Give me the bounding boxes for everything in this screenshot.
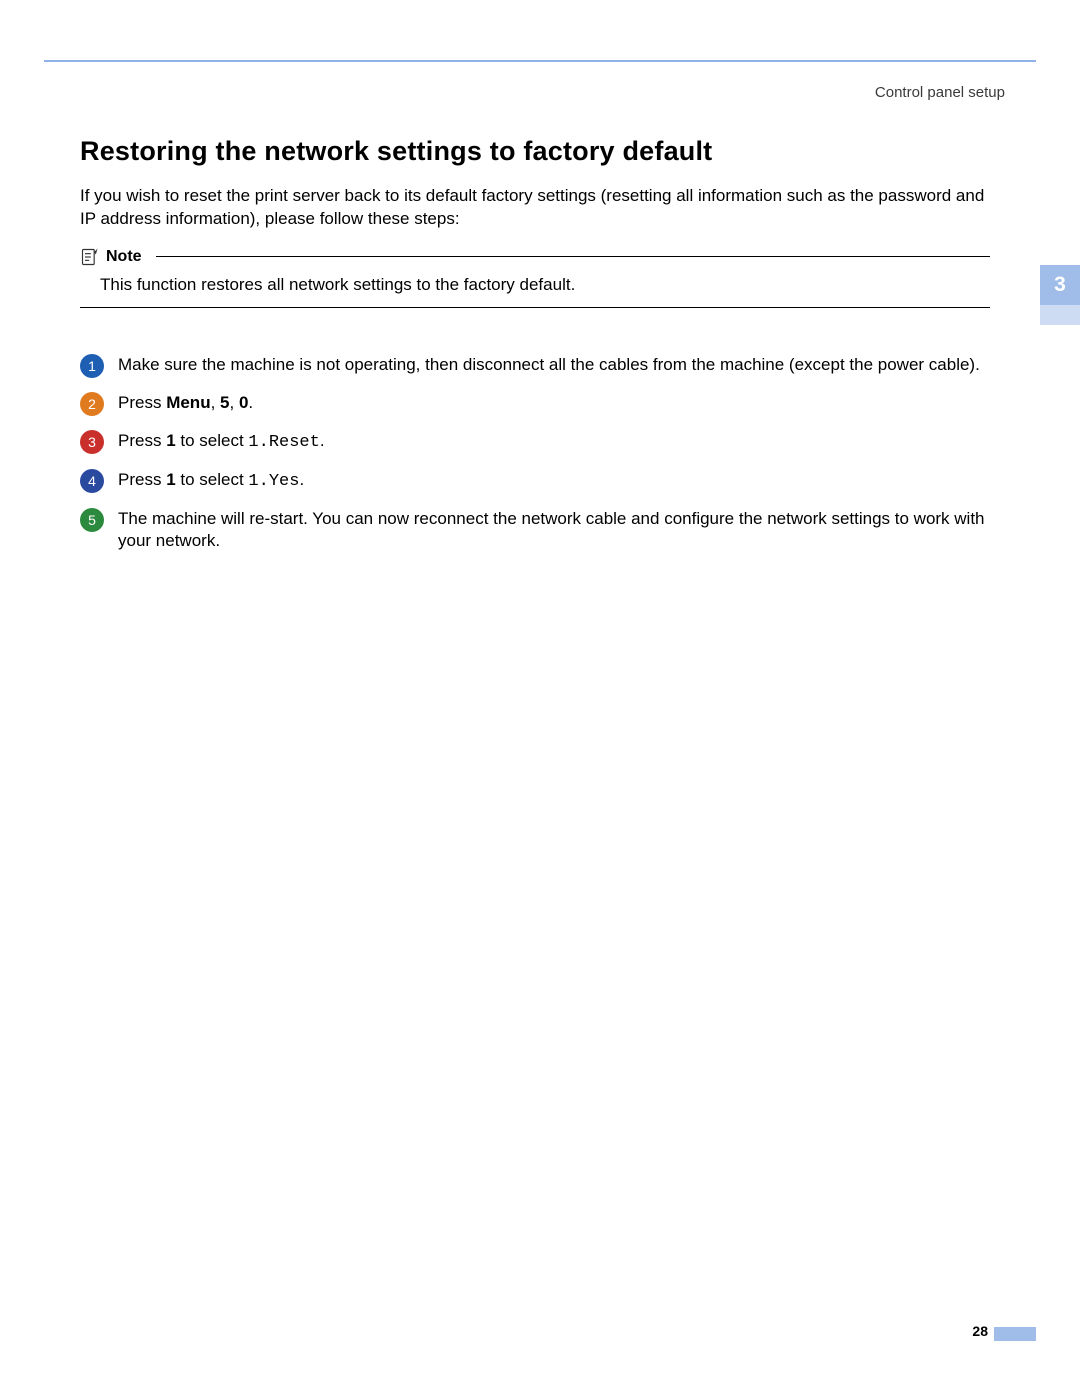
note-header: Note [80,247,990,267]
note-body: This function restores all network setti… [80,267,990,307]
text-bold: 1 [166,431,175,450]
breadcrumb: Control panel setup [875,84,1005,101]
chapter-tab: 3 [1040,265,1080,305]
text-run: Press [118,431,166,450]
step-number-badge: 3 [80,430,104,454]
text-run: Press [118,393,166,412]
step-text: Press Menu, 5, 0. [118,392,990,415]
note-rule-bottom [80,307,990,308]
text-run: . [299,470,304,489]
text-bold: 0 [239,393,248,412]
step-number-badge: 1 [80,354,104,378]
note-rule-top [156,256,990,257]
page-number: 28 [972,1323,988,1339]
text-run: , [211,393,220,412]
text-run: to select [176,431,249,450]
text-mono: 1.Yes [248,472,299,491]
step-text: Make sure the machine is not operating, … [118,354,990,377]
intro-paragraph: If you wish to reset the print server ba… [80,185,990,231]
step-text: Press 1 to select 1.Reset. [118,430,990,455]
text-mono: 1.Reset [248,433,319,452]
step-item: 2 Press Menu, 5, 0. [80,392,990,416]
step-text: The machine will re-start. You can now r… [118,508,990,554]
text-bold: 5 [220,393,229,412]
text-bold: Menu [166,393,210,412]
document-page: Control panel setup 3 Restoring the netw… [0,0,1080,1395]
step-number-badge: 5 [80,508,104,532]
text-run: . [248,393,253,412]
step-item: 3 Press 1 to select 1.Reset. [80,430,990,455]
page-number-accent [994,1327,1036,1341]
note-label: Note [106,248,142,266]
top-rule [44,60,1036,62]
step-item: 4 Press 1 to select 1.Yes. [80,469,990,494]
steps-list: 1 Make sure the machine is not operating… [80,354,990,554]
main-content: Restoring the network settings to factor… [80,136,990,567]
step-item: 1 Make sure the machine is not operating… [80,354,990,378]
note-icon [80,247,100,267]
step-number-badge: 4 [80,469,104,493]
step-item: 5 The machine will re-start. You can now… [80,508,990,554]
text-run: , [230,393,239,412]
text-bold: 1 [166,470,175,489]
text-run: Press [118,470,166,489]
note-callout: Note This function restores all network … [80,247,990,308]
step-text: Press 1 to select 1.Yes. [118,469,990,494]
step-number-badge: 2 [80,392,104,416]
text-run: to select [176,470,249,489]
text-run: . [320,431,325,450]
page-title: Restoring the network settings to factor… [80,136,990,167]
